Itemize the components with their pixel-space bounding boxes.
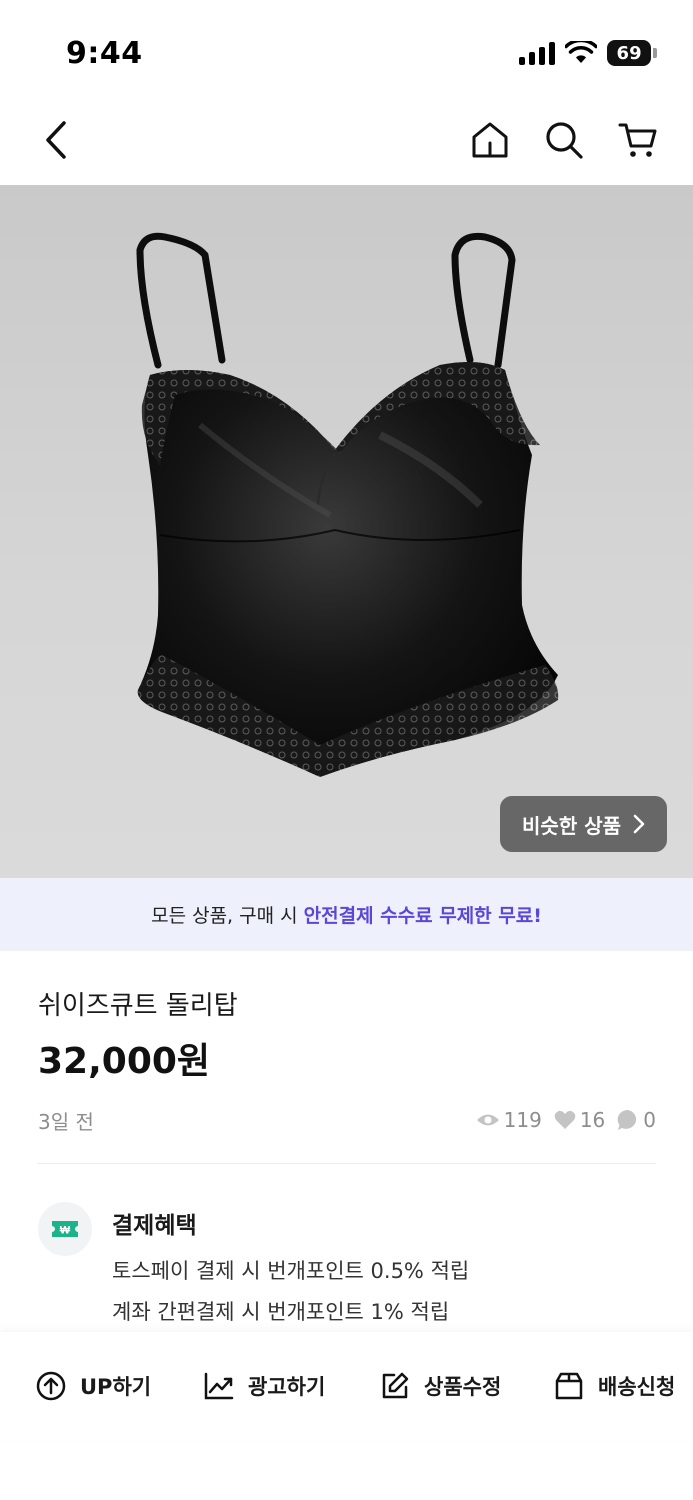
wifi-icon (565, 41, 597, 63)
back-button[interactable] (28, 112, 84, 168)
promo-highlight: 안전결제 수수료 무제한 무료! (303, 905, 542, 927)
advertise-button-label: 광고하기 (248, 1375, 326, 1399)
home-icon (472, 122, 508, 158)
chevron-left-icon (46, 121, 66, 159)
similar-products-button[interactable]: 비슷한 상품 (500, 796, 667, 852)
search-button[interactable] (536, 112, 592, 168)
box-icon (555, 1372, 583, 1400)
likes-stat: 16 (554, 1108, 605, 1132)
status-bar: 9:44 69 (0, 0, 693, 100)
bottom-action-bar: UP하기 광고하기 상품수정 배송신청 (0, 1332, 693, 1440)
advertise-button[interactable]: 광고하기 (204, 1371, 325, 1401)
product-stats: 119 16 0 (476, 1108, 656, 1132)
edit-product-label: 상품수정 (424, 1375, 502, 1399)
top-navigation (0, 100, 693, 185)
status-time: 9:44 (66, 36, 143, 71)
similar-products-label: 비슷한 상품 (522, 813, 621, 838)
won-coupon-icon: ₩ (52, 1221, 78, 1237)
chats-stat: 0 (617, 1108, 656, 1132)
battery-icon: 69 (607, 40, 657, 66)
arrow-up-circle-icon (36, 1371, 66, 1401)
cellular-signal-icon (519, 41, 555, 65)
home-button[interactable] (462, 112, 518, 168)
divider (38, 1163, 656, 1164)
trend-chart-icon (204, 1372, 234, 1400)
battery-level: 69 (607, 40, 652, 66)
chevron-right-icon (633, 814, 645, 834)
likes-count: 16 (579, 1108, 606, 1132)
shipping-request-button[interactable]: 배송신청 (554, 1371, 675, 1401)
views-count: 119 (503, 1108, 542, 1132)
search-icon (546, 122, 583, 159)
payment-benefit-badge: ₩ (38, 1202, 92, 1256)
svg-text:₩: ₩ (60, 1225, 71, 1237)
shipping-request-label: 배송신청 (598, 1375, 676, 1399)
chat-bubble-icon (617, 1109, 637, 1130)
product-image[interactable]: 비슷한 상품 (0, 185, 693, 878)
product-title: 쉬이즈큐트 돌리탑 (38, 991, 238, 1021)
payment-benefit-title: 결제혜택 (112, 1213, 197, 1239)
eye-icon (476, 1114, 499, 1126)
cart-button[interactable] (610, 112, 666, 168)
edit-icon (382, 1372, 409, 1399)
camisole-photo (136, 232, 559, 777)
up-button-label: UP하기 (80, 1375, 152, 1399)
product-meta: 3일 전 119 16 0 (38, 1105, 656, 1135)
payment-benefit-line: 계좌 간편결제 시 번개포인트 1% 적립 (112, 1300, 450, 1324)
cart-icon (618, 123, 657, 157)
status-icons: 69 (519, 40, 657, 66)
product-price: 32,000원 (38, 1041, 211, 1082)
chats-count: 0 (643, 1108, 656, 1132)
views-stat: 119 (476, 1108, 542, 1132)
up-button[interactable]: UP하기 (36, 1371, 151, 1401)
payment-benefit-line: 토스페이 결제 시 번개포인트 0.5% 적립 (112, 1259, 470, 1283)
promo-prefix: 모든 상품, 구매 시 (151, 905, 298, 927)
heart-icon (554, 1110, 576, 1129)
promo-banner[interactable]: 모든 상품, 구매 시 안전결제 수수료 무제한 무료! (0, 878, 693, 951)
edit-product-button[interactable]: 상품수정 (380, 1371, 501, 1401)
posted-time: 3일 전 (38, 1109, 94, 1134)
